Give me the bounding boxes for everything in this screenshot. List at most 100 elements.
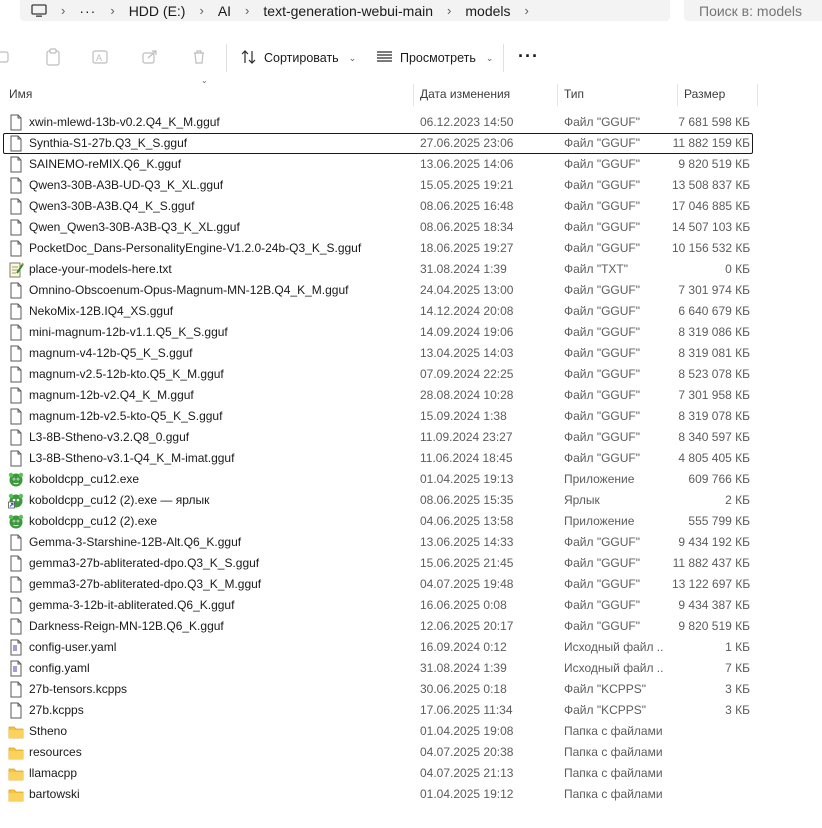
breadcrumb-item-drive[interactable]: HDD (E:) [129, 3, 186, 19]
column-divider[interactable] [413, 84, 414, 106]
file-row[interactable]: SAINEMO-reMIX.Q6_K.gguf 13.06.2025 14:06 Ф… [0, 154, 822, 175]
file-row[interactable]: NekoMix-12B.IQ4_XS.gguf 14.12.2024 20:08 Ф… [0, 301, 822, 322]
column-size[interactable]: Размер [684, 82, 725, 106]
file-row[interactable]: mini-magnum-12b-v1.1.Q5_K_S.gguf 14.09.20… [0, 322, 822, 343]
share-icon[interactable] [141, 48, 159, 66]
file-date: 08.06.2025 15:35 [420, 493, 514, 507]
file-date: 13.06.2025 14:06 [420, 157, 514, 171]
file-row[interactable]: Gemma-3-Starshine-12B-Alt.Q6_K.gguf 13.06… [0, 532, 822, 553]
search-input[interactable] [684, 0, 822, 21]
column-date[interactable]: Дата изменения [420, 82, 510, 106]
chevron-right-icon[interactable]: › [511, 3, 543, 18]
file-type: Папка с файлами [564, 724, 663, 738]
column-divider[interactable] [557, 84, 558, 106]
folder-row[interactable]: llamacpp 04.07.2025 21:13 Папка с файлами [0, 763, 822, 784]
file-size: 9 434 387 КБ [678, 598, 750, 612]
file-row[interactable]: config.yaml 31.08.2024 1:39 Исходный файл … [0, 658, 822, 679]
file-row[interactable]: magnum-v2.5-12b-kto.Q5_K_M.gguf 07.09.202… [0, 364, 822, 385]
column-header: ⌄ Имя Дата изменения Тип Размер [0, 76, 822, 106]
file-row[interactable]: Qwen3-30B-A3B.Q4_K_S.gguf 08.06.2025 16:4… [0, 196, 822, 217]
column-divider[interactable] [757, 84, 758, 106]
chevron-down-icon: ⌄ [485, 52, 494, 63]
file-type: Файл "GGUF" [564, 136, 641, 150]
file-name: magnum-12b-v2.5-kto-Q5_K_S.gguf [29, 409, 223, 423]
file-date: 27.06.2025 23:06 [420, 136, 514, 150]
file-name: llamacpp [29, 766, 78, 780]
chevron-down-icon: ⌄ [348, 52, 357, 63]
paste-icon[interactable] [44, 48, 62, 66]
file-row[interactable]: magnum-v4-12b-Q5_K_S.gguf 13.04.2025 14:0… [0, 343, 822, 364]
chevron-right-icon[interactable]: › [185, 3, 217, 18]
sort-label: Сортировать [264, 51, 339, 65]
file-icon [8, 303, 24, 320]
more-options-button[interactable]: ··· [518, 46, 539, 67]
chevron-right-icon[interactable]: › [47, 3, 79, 18]
folder-row[interactable]: Stheno 01.04.2025 19:08 Папка с файлами [0, 721, 822, 742]
file-row[interactable]: L3-8B-Stheno-v3.2.Q8_0.gguf 11.09.2024 23… [0, 427, 822, 448]
file-row[interactable]: koboldcpp_cu12 (2).exe — ярлык 08.06.2025… [0, 490, 822, 511]
file-name: place-your-models-here.txt [29, 262, 172, 276]
file-row[interactable]: Qwen_Qwen3-30B-A3B-Q3_K_XL.gguf 08.06.202… [0, 217, 822, 238]
file-size: 11 882 159 КБ [672, 136, 750, 150]
breadcrumb-item-webui[interactable]: text-generation-webui-main [263, 3, 433, 19]
rename-icon[interactable]: A [92, 48, 110, 66]
file-size: 7 КБ [725, 661, 750, 675]
breadcrumb-item-models[interactable]: models [465, 3, 510, 19]
column-name[interactable]: Имя [9, 82, 32, 106]
sort-button[interactable]: Сортировать ⌄ [240, 44, 356, 72]
file-row[interactable]: magnum-12b-v2.Q4_K_M.gguf 28.08.2024 10:2… [0, 385, 822, 406]
breadcrumb-item-ai[interactable]: AI [218, 3, 231, 19]
file-row[interactable]: 27b-tensors.kcpps 30.06.2025 0:18 Файл "KC… [0, 679, 822, 700]
file-row[interactable]: gemma-3-12b-it-abliterated.Q6_K.gguf 16.0… [0, 595, 822, 616]
kobold-app-icon [8, 513, 24, 530]
file-row[interactable]: gemma3-27b-abliterated-dpo.Q3_K_S.gguf 15… [0, 553, 822, 574]
file-row[interactable]: koboldcpp_cu12.exe 01.04.2025 19:13 Прилож… [0, 469, 822, 490]
file-name: gemma-3-12b-it-abliterated.Q6_K.gguf [29, 598, 235, 612]
file-row[interactable]: L3-8B-Stheno-v3.1-Q4_K_M-imat.gguf 11.06.… [0, 448, 822, 469]
file-icon [8, 408, 24, 425]
file-row[interactable]: magnum-12b-v2.5-kto-Q5_K_S.gguf 15.09.202… [0, 406, 822, 427]
file-date: 04.07.2025 20:38 [420, 745, 514, 759]
file-date: 11.09.2024 23:27 [420, 430, 513, 444]
file-row[interactable]: PocketDoc_Dans-PersonalityEngine-V1.2.0-… [0, 238, 822, 259]
column-divider[interactable] [677, 84, 678, 106]
chevron-right-icon[interactable]: › [96, 3, 128, 18]
chevron-right-icon[interactable]: › [433, 3, 465, 18]
column-type[interactable]: Тип [564, 82, 584, 106]
folder-row[interactable]: resources 04.07.2025 20:38 Папка с файлами [0, 742, 822, 763]
chevron-right-icon[interactable]: › [231, 3, 263, 18]
file-type: Исходный файл ... [564, 640, 664, 654]
this-pc-icon[interactable] [31, 3, 47, 18]
file-name: mini-magnum-12b-v1.1.Q5_K_S.gguf [29, 325, 228, 339]
file-row[interactable]: koboldcpp_cu12 (2).exe 04.06.2025 13:58 Пр… [0, 511, 822, 532]
file-icon [8, 324, 24, 341]
file-name: koboldcpp_cu12 (2).exe — ярлык [29, 493, 210, 507]
cut-icon[interactable] [0, 48, 12, 66]
file-type: Папка с файлами [564, 745, 663, 759]
file-date: 07.09.2024 22:25 [420, 367, 514, 381]
folder-row[interactable]: bartowski 01.04.2025 19:12 Папка с файлами [0, 784, 822, 805]
file-name: PocketDoc_Dans-PersonalityEngine-V1.2.0-… [29, 241, 362, 255]
file-row[interactable]: gemma3-27b-abliterated-dpo.Q3_K_M.gguf 04… [0, 574, 822, 595]
file-size: 9 820 519 КБ [678, 157, 750, 171]
file-row[interactable]: xwin-mlewd-13b-v0.2.Q4_K_M.gguf 06.12.202… [0, 112, 822, 133]
file-row[interactable]: Darkness-Reign-MN-12B.Q6_K.gguf 12.06.202… [0, 616, 822, 637]
file-icon [8, 219, 24, 236]
file-icon [8, 114, 24, 131]
file-row[interactable]: place-your-models-here.txt 31.08.2024 1:3… [0, 259, 822, 280]
file-row[interactable]: Qwen3-30B-A3B-UD-Q3_K_XL.gguf 15.05.2025 … [0, 175, 822, 196]
file-row[interactable]: Omnino-Obscoenum-Opus-Magnum-MN-12B.Q4_K… [0, 280, 822, 301]
file-date: 08.06.2025 18:34 [420, 220, 514, 234]
file-type: Файл "GGUF" [564, 304, 641, 318]
breadcrumb[interactable]: › ··· › HDD (E:) › AI › text-generation-… [20, 0, 670, 21]
delete-icon[interactable] [190, 48, 208, 66]
breadcrumb-overflow[interactable]: ··· [79, 3, 96, 19]
file-size: 2 КБ [725, 493, 750, 507]
file-row[interactable]: Synthia-S1-27b.Q3_K_S.gguf 27.06.2025 23:… [0, 133, 822, 154]
file-row[interactable]: 27b.kcpps 17.06.2025 11:34 Файл "KCPPS" 3 К… [0, 700, 822, 721]
file-row[interactable]: config-user.yaml 16.09.2024 0:12 Исходный … [0, 637, 822, 658]
file-date: 15.06.2025 21:45 [420, 556, 514, 570]
view-button[interactable]: Просмотреть ⌄ [376, 44, 493, 72]
file-date: 31.08.2024 1:39 [420, 262, 507, 276]
file-date: 01.04.2025 19:13 [420, 472, 514, 486]
